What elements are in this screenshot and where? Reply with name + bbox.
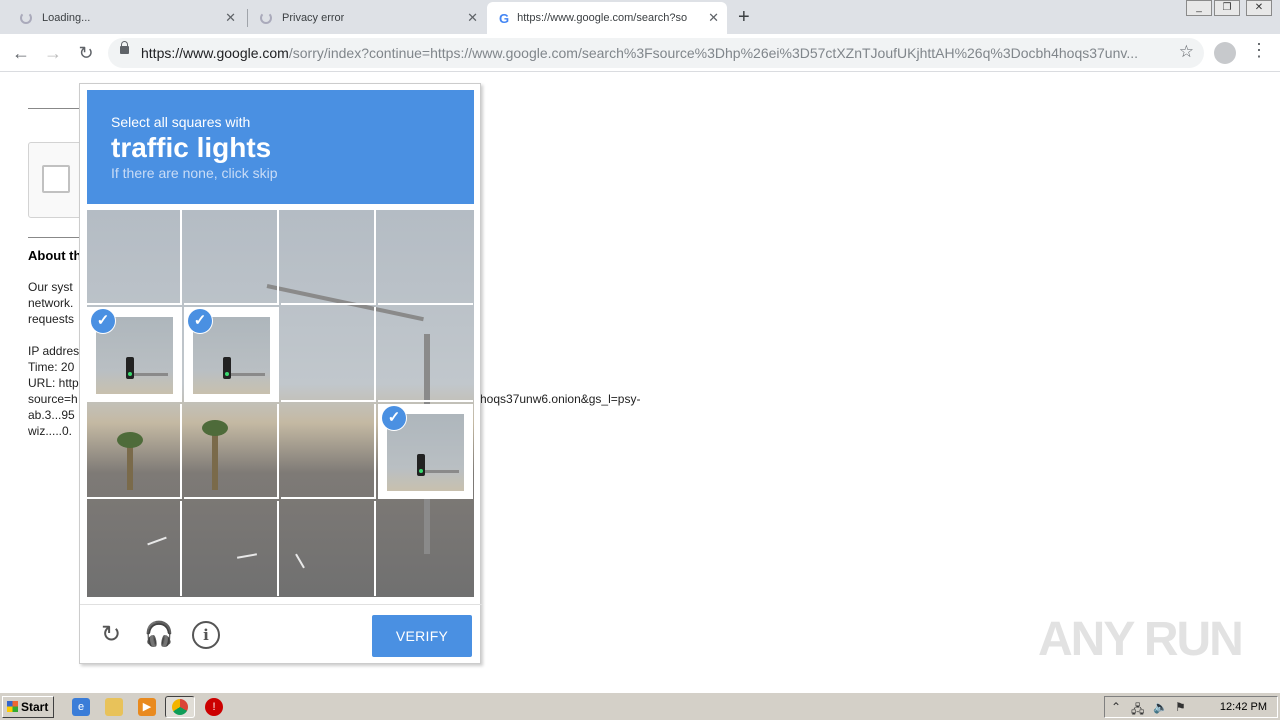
chevron-up-icon[interactable]: ⌃	[1111, 700, 1121, 714]
close-tab-icon[interactable]: ✕	[225, 10, 236, 26]
bookmark-star-icon[interactable]: ☆	[1179, 42, 1194, 62]
verify-button[interactable]: VERIFY	[372, 615, 472, 657]
url-tail-text: hoqs37unw6.onion&gs_l=psy-	[480, 392, 641, 406]
challenge-target: traffic lights	[111, 132, 272, 163]
reload-button[interactable]: ↻	[73, 40, 99, 66]
close-tab-icon[interactable]: ✕	[467, 10, 478, 26]
grid-tile[interactable]: ✓	[378, 404, 473, 499]
window-controls: _ ❐ ✕	[1184, 0, 1272, 16]
url-text[interactable]: https://www.google.com/sorry/index?conti…	[141, 45, 1171, 61]
about-heading: About th	[28, 248, 82, 263]
reload-icon: ↻	[78, 43, 94, 63]
grid-tile[interactable]	[378, 210, 473, 305]
windows-taskbar: Start e ▶ ! ⌃ 🖧 🔈 ⚑ 12:42 PM	[0, 692, 1280, 720]
street-arm	[134, 373, 168, 376]
recaptcha-checkbox[interactable]	[42, 165, 70, 193]
forward-button[interactable]: →	[40, 40, 66, 66]
grid-tile[interactable]	[378, 501, 473, 596]
clock: 12:42 PM	[1219, 701, 1267, 713]
url-host: https://www.google.com	[141, 45, 289, 61]
lock-icon	[120, 41, 129, 54]
traffic-light-icon	[126, 357, 134, 379]
info-line: wiz.....0.	[28, 424, 73, 438]
image-grid: ✓ ✓ ✓	[87, 210, 474, 597]
arrow-right-icon: →	[44, 43, 62, 63]
about-line: network.	[28, 296, 74, 310]
restore-icon[interactable]: ❐	[1214, 0, 1240, 16]
loading-spinner-icon	[20, 12, 32, 24]
start-button[interactable]: Start	[2, 696, 54, 718]
headphones-icon[interactable]: 🎧	[144, 621, 174, 649]
grid-tile[interactable]	[281, 404, 376, 499]
info-line: URL: http	[28, 376, 79, 390]
chrome-icon	[172, 699, 188, 715]
street-arm	[425, 470, 459, 473]
checkmark-icon: ✓	[91, 309, 115, 333]
tab-strip: Loading... ✕ Privacy error ✕ G https://w…	[0, 0, 1280, 34]
tab-title: Privacy error	[282, 12, 345, 24]
back-button[interactable]: ←	[8, 40, 34, 66]
tab-google-search[interactable]: G https://www.google.com/search?sou ✕	[487, 2, 727, 34]
folder-icon[interactable]	[105, 698, 123, 716]
info-icon[interactable]: i	[192, 621, 220, 649]
new-tab-button[interactable]: +	[738, 6, 750, 29]
checkmark-icon: ✓	[382, 406, 406, 430]
arrow-left-icon: ←	[12, 43, 30, 63]
grid-tile[interactable]	[184, 501, 279, 596]
about-line: Our syst	[28, 280, 73, 294]
grid-tile[interactable]	[184, 404, 279, 499]
flag-icon[interactable]: ⚑	[1175, 700, 1186, 714]
challenge-instruction: Select all squares with	[111, 114, 251, 130]
info-line: ab.3...95	[28, 408, 75, 422]
media-player-icon[interactable]: ▶	[138, 698, 156, 716]
browser-toolbar: ← → ↻ https://www.google.com/sorry/index…	[0, 34, 1280, 72]
about-line: requests	[28, 312, 75, 326]
info-line: Time: 20	[28, 360, 75, 374]
info-line: source=h	[28, 392, 78, 406]
internet-explorer-icon[interactable]: e	[72, 698, 90, 716]
grid-tile[interactable]	[281, 307, 376, 402]
grid-tile[interactable]	[281, 210, 376, 305]
traffic-light-icon	[223, 357, 231, 379]
menu-dots-icon[interactable]: ⋮	[1250, 40, 1268, 61]
chrome-taskbar-button[interactable]	[165, 696, 195, 718]
anyrun-watermark: ANY RUN	[1038, 613, 1244, 666]
google-favicon-icon: G	[499, 10, 510, 26]
challenge-header: Select all squares with traffic lights I…	[87, 90, 474, 204]
close-tab-icon[interactable]: ✕	[708, 10, 719, 26]
tab-privacy-error[interactable]: Privacy error ✕	[248, 2, 486, 34]
system-tray: ⌃ 🖧 🔈 ⚑ 12:42 PM	[1104, 696, 1278, 718]
traffic-light-icon	[417, 454, 425, 476]
info-line: IP addres	[28, 344, 80, 358]
challenge-footer: ↻ 🎧 i VERIFY	[80, 604, 482, 664]
grid-tile[interactable]	[87, 404, 182, 499]
checkmark-icon: ✓	[188, 309, 212, 333]
tab-title: Loading...	[42, 12, 91, 24]
grid-tile[interactable]: ✓	[87, 307, 182, 402]
close-icon[interactable]: ✕	[1246, 0, 1272, 16]
volume-icon[interactable]: 🔈	[1153, 700, 1168, 714]
reload-icon[interactable]: ↻	[97, 621, 125, 649]
network-icon[interactable]: 🖧	[1131, 700, 1144, 721]
loading-spinner-icon	[260, 12, 272, 24]
tab-loading[interactable]: Loading... ✕	[0, 2, 244, 34]
challenge-hint: If there are none, click skip	[111, 165, 278, 181]
grid-tile[interactable]	[87, 210, 182, 305]
url-path: /sorry/index?continue=https://www.google…	[288, 45, 1139, 61]
grid-tile[interactable]	[87, 501, 182, 596]
address-bar[interactable]: https://www.google.com/sorry/index?conti…	[108, 38, 1204, 68]
recaptcha-challenge-dialog: Select all squares with traffic lights I…	[79, 83, 482, 664]
grid-tile[interactable]	[184, 210, 279, 305]
grid-tile[interactable]: ✓	[184, 307, 279, 402]
profile-avatar-icon[interactable]	[1214, 42, 1236, 64]
street-arm	[231, 373, 265, 376]
tab-title: https://www.google.com/search?sou	[517, 12, 688, 24]
grid-tile[interactable]	[378, 307, 473, 402]
minimize-icon[interactable]: _	[1186, 0, 1212, 16]
stop-icon[interactable]: !	[205, 698, 223, 716]
grid-tile[interactable]	[281, 501, 376, 596]
